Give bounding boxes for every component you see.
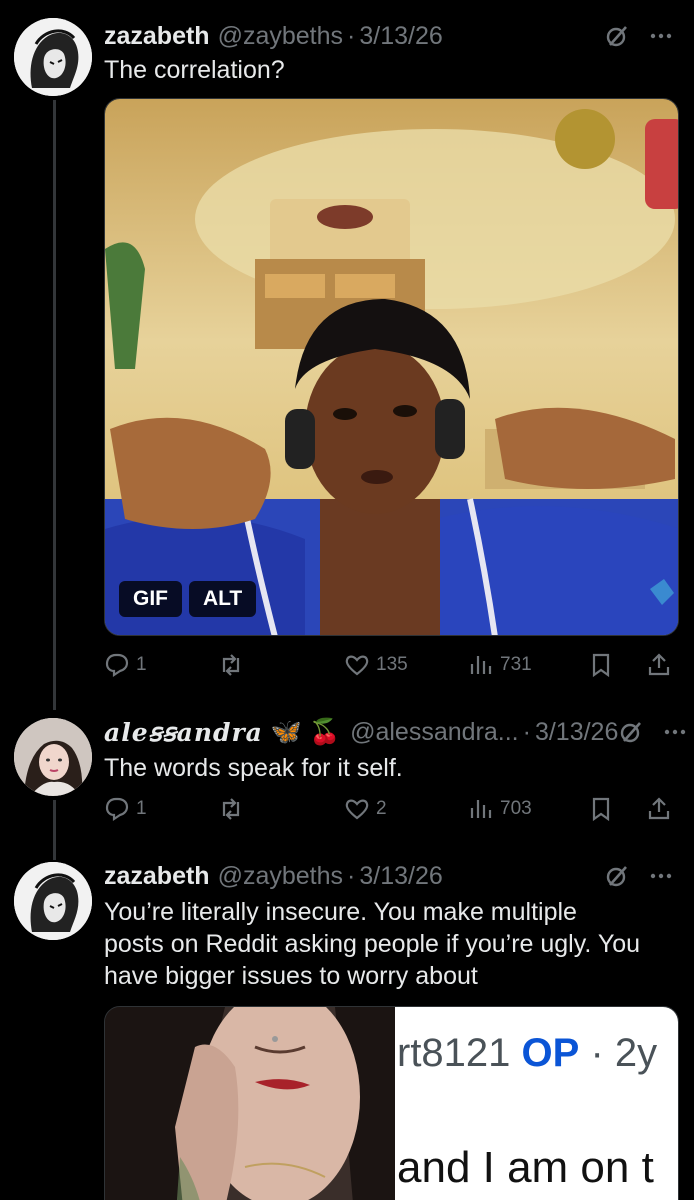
post-text-line: posts on Reddit asking people if you’re … xyxy=(104,930,641,958)
display-name[interactable]: zazabeth xyxy=(104,22,210,51)
gif-badge[interactable]: GIF xyxy=(119,581,182,617)
user-handle[interactable]: @alessandra... xyxy=(350,718,519,747)
display-name[interactable]: aleꞩꞩandra xyxy=(104,718,263,747)
post-text: You’re literally insecure. You make mult… xyxy=(104,896,664,992)
reddit-age: 2y xyxy=(614,1031,658,1075)
post[interactable]: aleꞩꞩandra 🦋 🍒 @alessandra... · 3/13/26 … xyxy=(0,712,694,832)
more-icon[interactable] xyxy=(648,863,674,889)
views-button[interactable]: 703 xyxy=(468,792,532,826)
like-icon xyxy=(345,655,369,676)
gif-media[interactable]: GIF ALT xyxy=(104,98,679,636)
separator: · xyxy=(347,861,356,890)
like-button[interactable]: 135 xyxy=(344,648,408,682)
repost-icon xyxy=(222,798,240,820)
reply-icon xyxy=(105,797,129,822)
alt-badge[interactable]: ALT xyxy=(189,581,257,617)
post-header: zazabeth @zaybeths · 3/13/26 xyxy=(104,856,674,896)
views-icon xyxy=(470,800,492,818)
repost-icon xyxy=(222,654,240,676)
views-button[interactable]: 731 xyxy=(468,648,532,682)
repost-button[interactable] xyxy=(218,792,250,826)
user-handle[interactable]: @zaybeths xyxy=(218,862,343,891)
share-icon xyxy=(648,797,670,820)
post-date[interactable]: 3/13/26 xyxy=(359,22,442,51)
post-text-line: have bigger issues to worry about xyxy=(104,962,478,990)
post[interactable]: zazabeth @zaybeths · 3/13/26 You’re lite… xyxy=(0,856,694,1200)
bookmark-icon xyxy=(592,797,610,822)
reddit-screenshot: rt8121 OP · 2y and I am on t xyxy=(395,1007,678,1200)
post-header: zazabeth @zaybeths · 3/13/26 xyxy=(104,16,674,56)
avatar-image xyxy=(14,718,92,796)
reddit-separator: · xyxy=(590,1031,604,1075)
user-handle[interactable]: @zaybeths xyxy=(218,22,343,51)
reddit-meta: rt8121 OP · 2y xyxy=(397,1031,657,1076)
like-count: 2 xyxy=(376,798,387,819)
post-text-line: You’re literally insecure. You make mult… xyxy=(104,898,577,926)
image-media[interactable]: rt8121 OP · 2y and I am on t xyxy=(104,1006,679,1200)
reply-button[interactable]: 1 xyxy=(104,792,147,826)
reddit-username: rt8121 xyxy=(397,1031,511,1075)
avatar[interactable] xyxy=(14,718,92,796)
repost-button[interactable] xyxy=(218,648,250,682)
more-icon[interactable] xyxy=(648,23,674,49)
views-count: 731 xyxy=(500,654,532,675)
like-icon xyxy=(345,799,369,820)
post-header: aleꞩꞩandra 🦋 🍒 @alessandra... · 3/13/26 xyxy=(104,712,686,752)
grok-icon[interactable] xyxy=(604,23,630,49)
name-emoji: 🦋 🍒 xyxy=(270,717,341,746)
share-button[interactable] xyxy=(646,792,672,826)
selfie-image xyxy=(105,1007,395,1200)
reply-count: 1 xyxy=(136,798,147,819)
post-date[interactable]: 3/13/26 xyxy=(535,718,618,747)
like-button[interactable]: 2 xyxy=(344,792,387,826)
reply-count: 1 xyxy=(136,654,147,675)
reply-button[interactable]: 1 xyxy=(104,648,147,682)
like-count: 135 xyxy=(376,654,408,675)
grok-icon[interactable] xyxy=(604,863,630,889)
action-bar: 1 135 731 xyxy=(104,648,674,682)
gif-image xyxy=(105,99,678,635)
avatar-image xyxy=(14,18,92,96)
avatar[interactable] xyxy=(14,862,92,940)
post-date[interactable]: 3/13/26 xyxy=(359,862,442,891)
bookmark-button[interactable] xyxy=(588,648,614,682)
views-count: 703 xyxy=(500,798,532,819)
share-icon xyxy=(648,653,670,676)
separator: · xyxy=(522,717,531,746)
avatar[interactable] xyxy=(14,18,92,96)
separator: · xyxy=(347,21,356,50)
reddit-body: and I am on t xyxy=(397,1143,654,1192)
timeline: zazabeth @zaybeths · 3/13/26 The correla… xyxy=(0,0,694,1200)
action-bar: 1 2 703 xyxy=(104,792,674,826)
reply-icon xyxy=(105,653,129,678)
post-text: The words speak for it self. xyxy=(104,754,403,782)
avatar-image xyxy=(14,862,92,940)
bookmark-button[interactable] xyxy=(588,792,614,826)
grok-icon[interactable] xyxy=(618,719,644,745)
views-icon xyxy=(470,656,492,674)
bookmark-icon xyxy=(592,653,610,678)
post-text: The correlation? xyxy=(104,56,285,84)
display-name[interactable]: zazabeth xyxy=(104,862,210,891)
more-icon[interactable] xyxy=(662,719,688,745)
post[interactable]: zazabeth @zaybeths · 3/13/26 The correla… xyxy=(0,16,694,678)
share-button[interactable] xyxy=(646,648,672,682)
reddit-op-badge: OP xyxy=(521,1031,580,1075)
